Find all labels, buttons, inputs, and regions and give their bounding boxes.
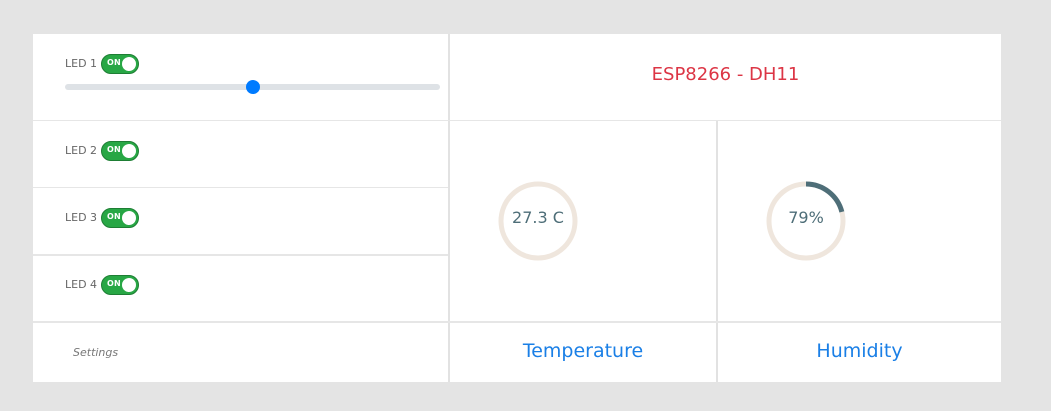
led-3-toggle[interactable]: ON <box>101 208 139 228</box>
led-3-toggle-knob <box>122 211 136 225</box>
led-2-toggle-text: ON <box>107 145 121 154</box>
humidity-gauge: 79% <box>764 179 848 263</box>
led-4-toggle[interactable]: ON <box>101 275 139 295</box>
led-1-brightness-slider[interactable] <box>65 80 440 94</box>
column-divider <box>448 34 450 382</box>
led-4-label: LED 4 <box>65 278 98 291</box>
led-2-label: LED 2 <box>65 144 98 157</box>
led-1-toggle-knob <box>122 57 136 71</box>
humidity-value: 79% <box>788 208 824 227</box>
row-divider-1 <box>33 120 1001 121</box>
led-1-toggle-text: ON <box>107 58 121 67</box>
dashboard-panel: LED 1 ON LED 2 ON LED 3 ON LED 4 ON Sett… <box>33 34 1001 382</box>
led-1-slider-thumb[interactable] <box>245 80 260 94</box>
row-divider-4 <box>33 321 1001 323</box>
led-1-label: LED 1 <box>65 57 98 70</box>
led-3-label: LED 3 <box>65 211 98 224</box>
settings-link[interactable]: Settings <box>73 346 118 359</box>
row-divider-3 <box>33 254 448 256</box>
temperature-caption[interactable]: Temperature <box>450 340 716 362</box>
temperature-value: 27.3 C <box>512 208 564 227</box>
led-4-toggle-knob <box>122 278 136 292</box>
led-4-toggle-text: ON <box>107 279 121 288</box>
led-2-toggle[interactable]: ON <box>101 141 139 161</box>
led-1-toggle[interactable]: ON <box>101 54 139 74</box>
row-divider-2 <box>33 187 448 188</box>
led-3-toggle-text: ON <box>107 212 121 221</box>
led-2-toggle-knob <box>122 144 136 158</box>
temperature-gauge: 27.3 C <box>496 179 580 263</box>
device-title: ESP8266 - DH11 <box>651 64 800 85</box>
humidity-caption[interactable]: Humidity <box>718 340 1001 362</box>
